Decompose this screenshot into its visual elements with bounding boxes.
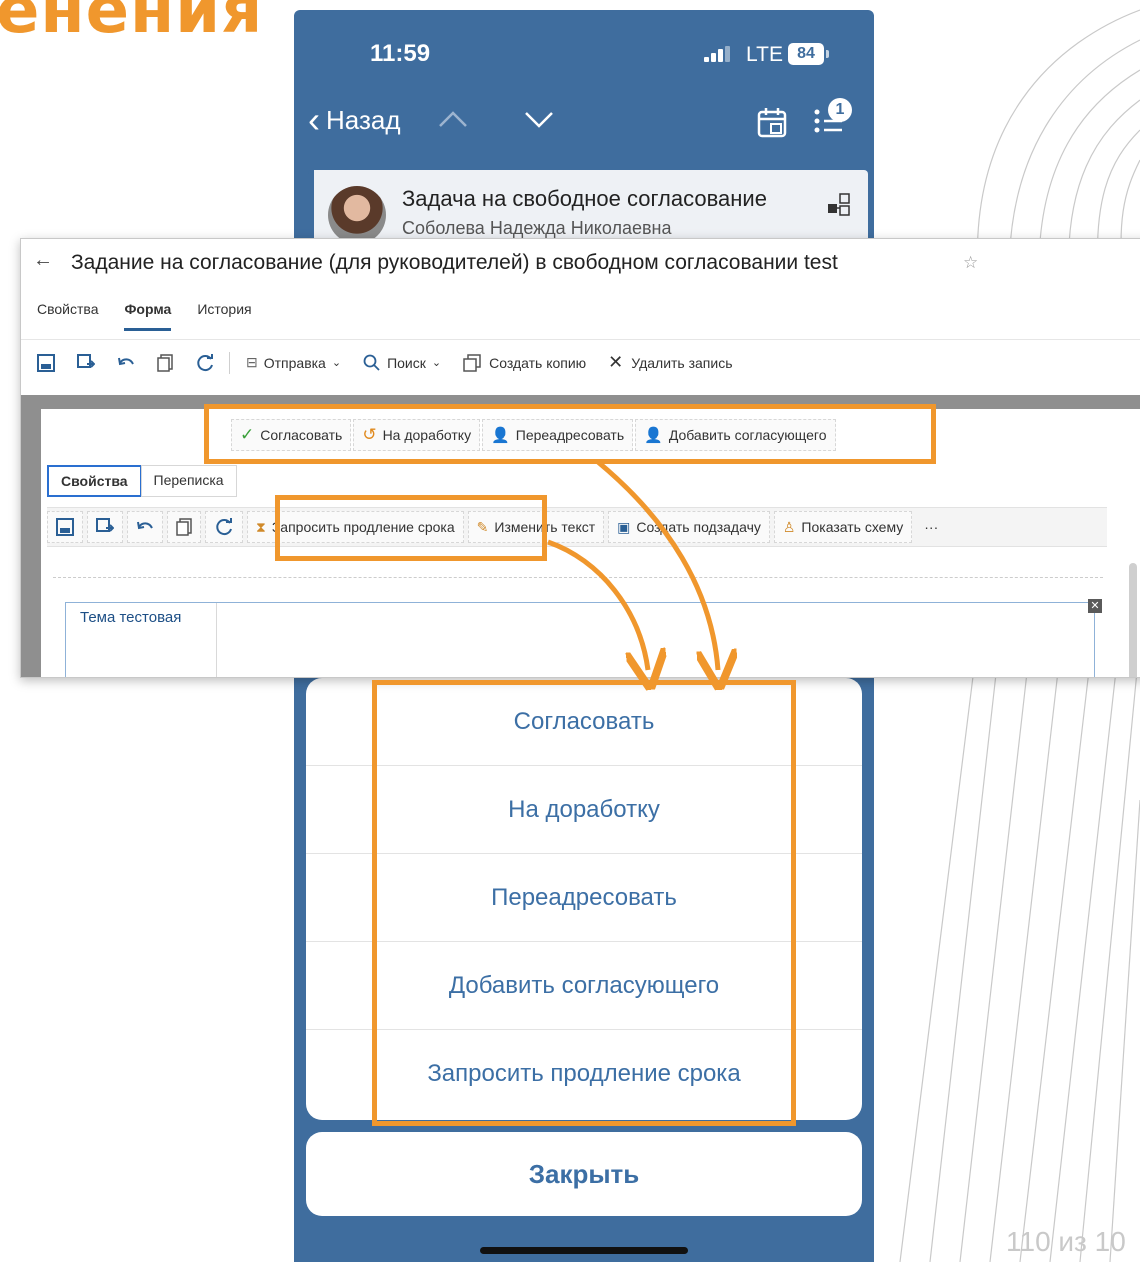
send-menu[interactable]: ⊟ Отправка ⌄ bbox=[240, 348, 347, 378]
form-body: Тема тестовая ✕ bbox=[53, 577, 1103, 677]
more-button[interactable]: ··· bbox=[916, 511, 946, 543]
create-copy-button[interactable]: Создать копию bbox=[457, 348, 592, 378]
copy-icon[interactable] bbox=[167, 511, 201, 543]
refresh-icon[interactable] bbox=[189, 348, 221, 378]
star-icon[interactable]: ☆ bbox=[963, 253, 978, 273]
send-icon: ⊟ bbox=[246, 354, 258, 370]
highlight-extend-deadline bbox=[275, 495, 547, 561]
form-tabs: Свойства Переписка bbox=[47, 465, 237, 497]
chevron-down-icon[interactable] bbox=[524, 110, 554, 128]
notification-badge: 1 bbox=[828, 98, 852, 122]
search-icon bbox=[363, 354, 380, 371]
tab-form-properties[interactable]: Свойства bbox=[47, 465, 142, 497]
scrollbar[interactable] bbox=[1129, 563, 1137, 677]
battery-icon: 84 bbox=[788, 43, 824, 65]
back-button[interactable]: ‹ Назад bbox=[308, 102, 401, 138]
toolbar-divider bbox=[229, 351, 230, 374]
chevron-up-icon[interactable] bbox=[438, 110, 468, 128]
copy-icon[interactable] bbox=[151, 348, 179, 378]
task-author: Соболева Надежда Николаевна bbox=[402, 218, 672, 238]
field-divider bbox=[216, 603, 217, 677]
save-close-icon[interactable] bbox=[87, 511, 123, 543]
avatar bbox=[328, 186, 386, 244]
status-time: 11:59 bbox=[370, 40, 431, 67]
window-tabs: Свойства Форма История bbox=[21, 301, 262, 331]
subtask-icon: ▣ bbox=[617, 518, 631, 535]
close-button[interactable]: Закрыть bbox=[306, 1132, 862, 1216]
subject-label: Тема тестовая bbox=[80, 609, 182, 626]
network-label: LTE bbox=[746, 43, 783, 66]
home-indicator[interactable] bbox=[480, 1247, 688, 1254]
chevron-down-icon: ⌄ bbox=[431, 357, 442, 369]
back-label: Назад bbox=[326, 104, 401, 135]
close-icon: ✕ bbox=[608, 352, 624, 372]
slide: енения 11:59 LTE 84 ‹ Назад 1 Задача на … bbox=[0, 0, 1140, 1262]
calendar-icon[interactable] bbox=[756, 106, 790, 140]
hierarchy-icon[interactable] bbox=[826, 192, 852, 218]
save-close-icon[interactable] bbox=[71, 348, 101, 378]
delete-record-button[interactable]: ✕ Удалить запись bbox=[602, 348, 738, 378]
tab-form[interactable]: Форма bbox=[124, 301, 172, 331]
highlight-form-actions bbox=[204, 404, 936, 464]
back-arrow-icon[interactable]: ← bbox=[33, 249, 53, 272]
window-toolbar: ⊟ Отправка ⌄ Поиск ⌄ Создать копию ✕ Удалить… bbox=[21, 339, 1140, 385]
battery-tip bbox=[826, 50, 829, 58]
subject-field[interactable]: Тема тестовая ✕ bbox=[65, 599, 1102, 677]
scheme-icon: ♙ bbox=[782, 518, 796, 535]
chevron-down-icon: ⌄ bbox=[331, 357, 342, 369]
undo-icon[interactable] bbox=[111, 348, 141, 378]
window-title: Задание на согласование (для руководител… bbox=[71, 251, 838, 274]
chevron-left-icon: ‹ bbox=[308, 99, 320, 140]
task-title: Задача на свободное согласование bbox=[402, 186, 767, 211]
highlight-sheet-actions bbox=[372, 680, 796, 1126]
save-icon[interactable] bbox=[31, 348, 61, 378]
copy-icon bbox=[463, 353, 481, 372]
form-toolbar: ⧗ Запросить продление срока ✎ Изменить тек… bbox=[47, 507, 1107, 547]
undo-icon[interactable] bbox=[127, 511, 163, 543]
search-menu[interactable]: Поиск ⌄ bbox=[357, 348, 447, 378]
create-subtask-button[interactable]: ▣ Создать подзадачу bbox=[608, 511, 770, 543]
show-scheme-button[interactable]: ♙ Показать схему bbox=[773, 511, 913, 543]
slide-title-fragment: енения bbox=[0, 0, 264, 48]
hourglass-icon: ⧗ bbox=[256, 518, 266, 535]
window-titlebar: ← Задание на согласование (для руководит… bbox=[21, 239, 1140, 285]
close-icon[interactable]: ✕ bbox=[1088, 599, 1102, 613]
save-icon[interactable] bbox=[47, 511, 83, 543]
refresh-icon[interactable] bbox=[205, 511, 243, 543]
tab-properties[interactable]: Свойства bbox=[37, 301, 98, 331]
page-counter: 110 из 10 bbox=[1006, 1226, 1126, 1257]
tab-correspondence[interactable]: Переписка bbox=[140, 465, 237, 497]
signal-icon bbox=[704, 46, 732, 62]
tab-history[interactable]: История bbox=[197, 301, 251, 331]
